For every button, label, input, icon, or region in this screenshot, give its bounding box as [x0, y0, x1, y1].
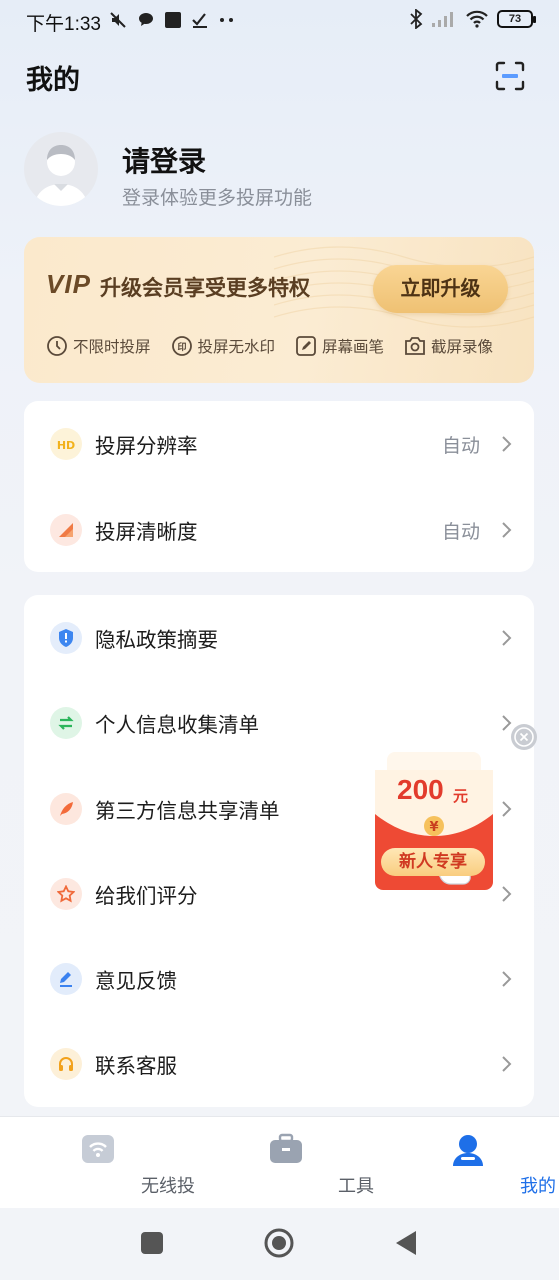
system-nav-bar	[0, 1208, 559, 1280]
red-packet-ad[interactable]: ¥ 200 元 新人专享	[373, 752, 495, 892]
recent-apps-icon[interactable]	[140, 1231, 164, 1255]
vip-feature-no-watermark: 印 投屏无水印	[171, 335, 276, 357]
status-notification-icons	[108, 10, 236, 30]
tab-mine[interactable]: 我的	[398, 1117, 556, 1209]
vip-feature-record: 截屏录像	[404, 335, 493, 357]
wifi-icon	[466, 10, 488, 28]
ad-amount: 200	[397, 774, 444, 805]
vip-card[interactable]: VIP 升级会员享受更多特权 立即升级 不限时投屏 印 投屏无水印 屏幕画笔 截…	[24, 237, 534, 383]
battery-indicator: 73	[497, 10, 536, 28]
vip-feature-pen: 屏幕画笔	[295, 335, 384, 357]
back-icon[interactable]	[394, 1230, 418, 1256]
check-icon	[192, 13, 207, 28]
menu-item-privacy[interactable]: 隐私政策摘要	[24, 595, 534, 681]
login-title[interactable]: 请登录	[122, 140, 206, 180]
tab-wireless-cast[interactable]: 无线投	[28, 1117, 195, 1209]
mute-icon	[110, 12, 126, 28]
menu-item-label: 第三方信息共享清单	[95, 800, 280, 823]
star-icon	[50, 878, 82, 910]
avatar[interactable]	[24, 132, 98, 206]
signal-icon	[432, 12, 453, 27]
menu-item-label: 隐私政策摘要	[95, 629, 218, 652]
chevron-right-icon	[502, 801, 512, 817]
menu-item-support[interactable]: 联系客服	[24, 1021, 534, 1107]
row-value: 自动	[441, 521, 480, 543]
chevron-right-icon	[502, 630, 512, 646]
pencil-icon	[50, 963, 82, 995]
toolbox-icon	[270, 1133, 302, 1163]
feather-icon	[50, 793, 82, 825]
home-icon[interactable]	[263, 1227, 295, 1259]
ad-unit: 元	[453, 788, 469, 805]
status-bar: 下午1:33 73	[0, 0, 559, 42]
vip-features: 不限时投屏 印 投屏无水印 屏幕画笔 截屏录像	[46, 335, 513, 357]
ad-close-button[interactable]	[511, 724, 537, 750]
ad-coin-glyph: ¥	[429, 820, 438, 835]
tab-tools[interactable]: 工具	[216, 1117, 374, 1209]
menu-item-feedback[interactable]: 意见反馈	[24, 936, 534, 1022]
chevron-right-icon	[502, 436, 512, 452]
svg-text:HD: HD	[57, 439, 75, 451]
headset-icon	[50, 1048, 82, 1080]
close-icon	[514, 727, 534, 747]
vip-feature-label: 投屏无水印	[197, 339, 276, 356]
upgrade-button[interactable]: 立即升级	[373, 265, 508, 313]
svg-text:印: 印	[177, 341, 186, 353]
exchange-icon	[50, 707, 82, 739]
vip-title: 升级会员享受更多特权	[100, 277, 310, 300]
app-square-icon	[165, 12, 181, 28]
user-icon	[453, 1135, 483, 1166]
scan-icon[interactable]	[494, 60, 526, 92]
row-label: 投屏分辨率	[95, 435, 198, 458]
watermark-icon: 印	[171, 336, 192, 356]
chevron-right-icon	[502, 971, 512, 987]
camera-icon	[405, 337, 425, 355]
vip-feature-label: 不限时投屏	[73, 339, 151, 356]
vip-feature-unlimited: 不限时投屏	[46, 335, 151, 357]
row-resolution[interactable]: HD 投屏分辨率 自动	[24, 401, 534, 487]
vip-logo: VIP	[46, 269, 91, 299]
row-value: 自动	[441, 435, 480, 457]
row-label: 投屏清晰度	[95, 521, 198, 544]
settings-card: HD 投屏分辨率 自动 投屏清晰度 自动	[24, 401, 534, 572]
bottom-nav: 无线投 工具 我的	[0, 1116, 559, 1208]
status-time: 下午1:33	[26, 14, 101, 35]
menu-item-label: 给我们评分	[95, 885, 198, 908]
chevron-right-icon	[502, 1056, 512, 1072]
wireless-cast-icon	[82, 1135, 114, 1163]
status-right-icons: 73	[409, 9, 536, 29]
pen-icon	[296, 336, 316, 356]
chevron-right-icon	[502, 886, 512, 902]
message-icon	[139, 13, 153, 26]
bluetooth-icon	[410, 9, 423, 29]
default-avatar-icon	[34, 145, 88, 206]
menu-item-label: 意见反馈	[95, 970, 177, 993]
vip-feature-label: 屏幕画笔	[322, 339, 385, 356]
ad-tag: 新人专享	[381, 848, 485, 876]
menu-item-label: 个人信息收集清单	[95, 714, 259, 737]
menu-item-label: 联系客服	[95, 1055, 177, 1078]
chevron-right-icon	[502, 522, 512, 538]
clock-icon	[47, 336, 67, 356]
page-title: 我的	[26, 65, 80, 95]
row-clarity[interactable]: 投屏清晰度 自动	[24, 487, 534, 573]
vip-feature-label: 截屏录像	[431, 339, 494, 356]
shield-icon	[50, 622, 82, 654]
nav-label: 我的	[520, 1176, 556, 1196]
more-dots-icon	[220, 18, 233, 22]
clarity-icon	[50, 514, 82, 546]
login-subtitle: 登录体验更多投屏功能	[122, 188, 313, 209]
hd-icon: HD	[50, 428, 82, 460]
